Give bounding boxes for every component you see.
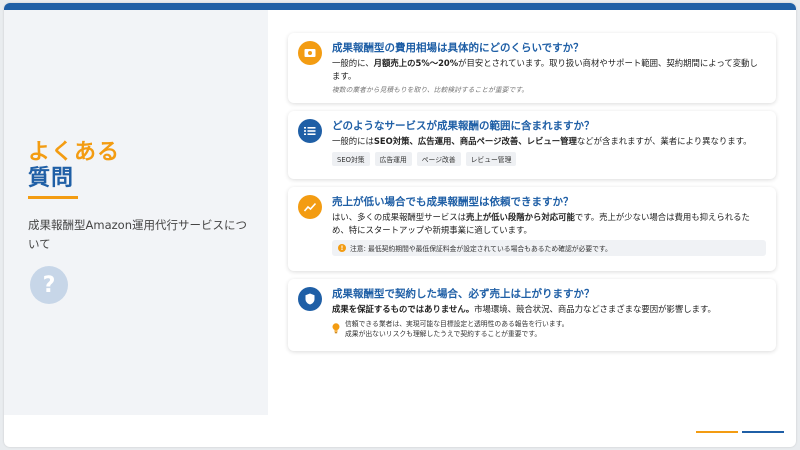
- footer-accent-blue: [742, 431, 784, 433]
- chart-icon: [298, 195, 322, 219]
- faq-answer-1: 一般的に、月額売上の5%〜20%が目安とされています。取り扱い商材やサポート範囲…: [332, 58, 758, 81]
- faq-answer-4: 成果を保証するものではありません。市場環境、競合状況、商品力などさまざまな要因が…: [332, 304, 716, 314]
- shield-icon: [298, 287, 322, 311]
- faq-question-3: 売上が低い場合でも成果報酬型は依頼できますか？: [332, 196, 574, 208]
- notice-text: 注意: 最低契約期間や最低保証料金が設定されている場合もあるため確認が必要です。: [350, 245, 612, 253]
- faq-question-4: 成果報酬型で契約した場合、必ず売上は上がりますか？: [332, 288, 595, 300]
- service-tags: SEO対策 広告運用 ページ改善 レビュー管理: [332, 151, 766, 166]
- faq-question-1: 成果報酬型の費用相場は具体的にどのくらいですか？: [332, 42, 584, 54]
- question-mark-icon: ?: [30, 266, 68, 304]
- page-subtitle: 成果報酬型Amazon運用代行サービスについて: [28, 218, 247, 251]
- page-title-line2: 質問: [28, 166, 75, 191]
- faq-note-1: 複数の業者から見積もりを取り、比較検討することが重要です。: [332, 86, 529, 94]
- faq-answer-2: 一般的にはSEO対策、広告運用、商品ページ改善、レビュー管理などが含まれますが、…: [332, 136, 752, 146]
- list-icon: [298, 119, 322, 143]
- slide: よくある 質問 成果報酬型Amazon運用代行サービスについて ? 成果報酬型の…: [4, 3, 796, 447]
- warning-icon: !: [338, 244, 346, 252]
- tag-seo: SEO対策: [332, 151, 370, 166]
- faq-card-2: どのようなサービスが成果報酬の範囲に含まれますか？ 一般的にはSEO対策、広告運…: [288, 111, 776, 179]
- notice-box: ! 注意: 最低契約期間や最低保証料金が設定されている場合もあるため確認が必要で…: [332, 240, 766, 256]
- tag-review: レビュー管理: [465, 151, 517, 166]
- tag-ads: 広告運用: [374, 151, 412, 166]
- money-icon: [298, 41, 322, 65]
- faq-card-1: 成果報酬型の費用相場は具体的にどのくらいですか？ 一般的に、月額売上の5%〜20…: [288, 33, 776, 103]
- faq-question-2: どのようなサービスが成果報酬の範囲に含まれますか？: [332, 120, 595, 132]
- lightbulb-icon: [332, 319, 340, 339]
- title-underline: [28, 196, 78, 199]
- faq-card-3: 売上が低い場合でも成果報酬型は依頼できますか？ はい、多くの成果報酬型サービスは…: [288, 187, 776, 271]
- left-panel: よくある 質問 成果報酬型Amazon運用代行サービスについて ?: [4, 10, 268, 415]
- top-accent-bar: [4, 3, 796, 10]
- tip-text: 信頼できる業者は、実現可能な目標設定と透明性のある報告を行います。 成果が出ない…: [345, 319, 569, 338]
- footer-accent-orange: [696, 431, 738, 433]
- faq-answer-3: はい、多くの成果報酬型サービスは売上が低い段階から対応可能です。売上が少ない場合…: [332, 212, 750, 235]
- tag-page: ページ改善: [416, 151, 461, 166]
- tip-row: 信頼できる業者は、実現可能な目標設定と透明性のある報告を行います。 成果が出ない…: [332, 319, 766, 339]
- faq-card-4: 成果報酬型で契約した場合、必ず売上は上がりますか？ 成果を保証するものではありま…: [288, 279, 776, 351]
